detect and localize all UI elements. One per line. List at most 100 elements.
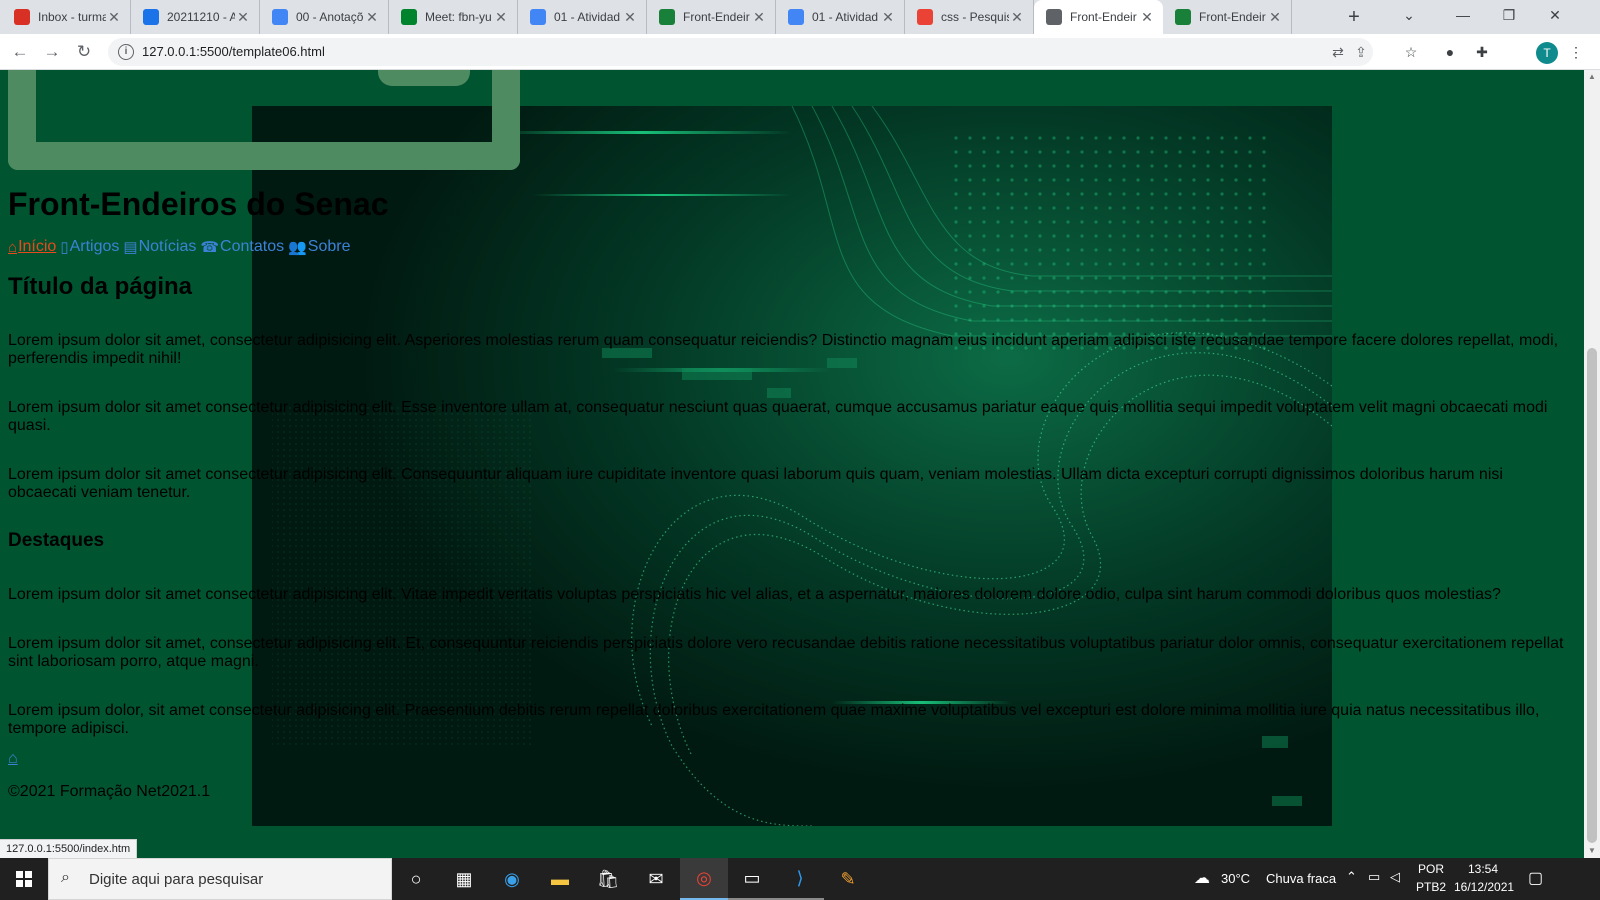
close-tab-icon[interactable]: ✕ (1009, 9, 1025, 26)
close-tab-icon[interactable]: ✕ (751, 9, 767, 26)
paint-icon[interactable]: ✎ (824, 858, 872, 900)
weather-description[interactable]: Chuva fraca (1266, 871, 1336, 886)
site-logo-image (8, 70, 520, 170)
network-icon[interactable]: ▭ (1368, 869, 1380, 885)
share-icon[interactable]: ⇪ (1351, 42, 1371, 62)
chrome-icon[interactable]: ◎ (680, 858, 728, 900)
browser-tab[interactable]: Front-Endeir ✕ (647, 0, 776, 34)
browser-menu-icon[interactable]: ⋮ (1566, 42, 1586, 62)
browser-tab[interactable]: Front-Endeir ✕ (1163, 0, 1292, 34)
close-tab-icon[interactable]: ✕ (493, 9, 509, 26)
page-scrollbar[interactable]: ▲ ▼ (1584, 70, 1600, 858)
store-icon[interactable]: 🛍 (584, 858, 632, 900)
nav-label-artigos: Artigos (69, 238, 120, 255)
browser-tab[interactable]: Meet: fbn-yu ✕ (389, 0, 518, 34)
language-code[interactable]: POR (1418, 862, 1444, 876)
close-tab-icon[interactable]: ✕ (1139, 9, 1155, 26)
scroll-up-icon[interactable]: ▲ (1588, 72, 1596, 81)
keyboard-layout[interactable]: PTB2 (1416, 880, 1446, 894)
newspaper-icon: ▤ (123, 239, 138, 256)
taskbar-search-placeholder: Digite aqui para pesquisar (89, 871, 264, 888)
file-explorer-icon[interactable]: ▬ (536, 858, 584, 900)
browser-tab[interactable]: 01 - Atividad ✕ (518, 0, 647, 34)
extension-video-icon[interactable]: ● (1440, 42, 1460, 62)
site-info-icon[interactable]: i (118, 44, 134, 60)
start-button[interactable] (0, 858, 48, 900)
weather-temperature[interactable]: 30°C (1221, 871, 1250, 886)
reload-button[interactable]: ↻ (72, 40, 96, 64)
browser-tab[interactable]: 00 - Anotaçõ ✕ (260, 0, 389, 34)
browser-tab[interactable]: css - Pesquis ✕ (905, 0, 1034, 34)
cortana-icon[interactable]: ○ (392, 858, 440, 900)
nav-label-inicio: Início (18, 238, 57, 255)
close-tab-icon[interactable]: ✕ (622, 9, 638, 26)
browser-tab-title: Front-Endeir (683, 10, 750, 24)
edge-icon[interactable]: ◉ (488, 858, 536, 900)
new-tab-button[interactable]: + (1342, 5, 1366, 29)
page-title: Título da página (8, 273, 192, 300)
weather-cloud-icon[interactable]: ☁ (1194, 868, 1210, 888)
scrollbar-thumb[interactable] (1587, 348, 1597, 843)
close-tab-icon[interactable]: ✕ (1267, 9, 1283, 26)
nav-item-noticias[interactable]: ▤ Notícias (123, 238, 196, 256)
mail-icon[interactable]: ✉ (632, 858, 680, 900)
bookmark-star-icon[interactable]: ☆ (1401, 42, 1421, 62)
address-url: 127.0.0.1:5500/template06.html (142, 44, 325, 59)
browser-tab-title: Inbox - turma (38, 10, 106, 24)
volume-icon[interactable]: ◁ (1390, 869, 1400, 885)
phone-icon: ☎ (200, 239, 220, 256)
scroll-down-icon[interactable]: ▼ (1588, 846, 1596, 855)
address-bar[interactable]: i 127.0.0.1:5500/template06.html ⇄ ⇪ (108, 38, 1373, 66)
profile-avatar[interactable]: T (1536, 42, 1558, 64)
docs-icon (530, 9, 546, 25)
main-nav: ⌂ Início ▯ Artigos ▤ Notícias ☎ Contatos 👥 So… (8, 238, 350, 256)
clock-time[interactable]: 13:54 (1468, 862, 1498, 876)
task-view-icon[interactable]: ▦ (440, 858, 488, 900)
link-status-bar: 127.0.0.1:5500/index.htm (0, 839, 138, 858)
section-title-destaques: Destaques (8, 530, 105, 551)
browser-toolbar: ← → ↻ i 127.0.0.1:5500/template06.html ⇄… (0, 34, 1600, 70)
page-viewport: Front-Endeiros do Senac ⌂ Início ▯ Artigos… (0, 70, 1584, 858)
browser-tab-title: Front-Endeir (1070, 10, 1137, 24)
extensions-puzzle-icon[interactable]: ✚ (1472, 42, 1492, 62)
minimize-button[interactable]: — (1440, 0, 1486, 34)
highlight-paragraph: Lorem ipsum dolor sit amet consectetur a… (8, 586, 1501, 603)
nav-item-sobre[interactable]: 👥 Sobre (288, 238, 350, 256)
taskbar-search-box[interactable]: ⌕ Digite aqui para pesquisar (48, 858, 392, 900)
close-window-button[interactable]: ✕ (1532, 0, 1578, 34)
chevron-up-icon[interactable]: ⌃ (1346, 869, 1357, 885)
translate-icon[interactable]: ⇄ (1328, 42, 1348, 62)
copyright: ©2021 Formação Net2021.1 (8, 783, 211, 800)
close-tab-icon[interactable]: ✕ (880, 9, 896, 26)
close-tab-icon[interactable]: ✕ (364, 9, 380, 26)
docs-icon (788, 9, 804, 25)
nav-item-inicio[interactable]: ⌂ Início (8, 238, 56, 256)
close-tab-icon[interactable]: ✕ (106, 9, 122, 26)
browser-tab[interactable]: Front-Endeir ✕ (1034, 0, 1163, 34)
nav-item-artigos[interactable]: ▯ Artigos (60, 238, 119, 256)
highlight-paragraph: Lorem ipsum dolor sit amet, consectetur … (8, 635, 1564, 670)
docs-icon (272, 9, 288, 25)
browser-tab[interactable]: 20211210 - A ✕ (131, 0, 260, 34)
close-tab-icon[interactable]: ✕ (235, 9, 251, 26)
footer-home-icon[interactable]: ⌂ (8, 750, 18, 768)
paragraph: Lorem ipsum dolor sit amet consectetur a… (8, 399, 1548, 434)
browser-tab-title: css - Pesquis (941, 10, 1009, 24)
browser-tab-strip: Inbox - turma ✕ 20211210 - A ✕ 00 - Anotaçõ ✕… (0, 0, 1600, 34)
sheet-icon (659, 9, 675, 25)
gmail-icon (14, 9, 30, 25)
forward-button[interactable]: → (40, 40, 64, 64)
browser-tab[interactable]: 01 - Atividad ✕ (776, 0, 905, 34)
vscode-icon[interactable]: ⟩ (776, 858, 824, 900)
clock-date[interactable]: 16/12/2021 (1454, 880, 1514, 894)
nav-item-contatos[interactable]: ☎ Contatos (200, 238, 284, 256)
back-button[interactable]: ← (8, 40, 32, 64)
restore-button[interactable]: ❐ (1486, 0, 1532, 34)
terminal-icon[interactable]: ▭ (728, 858, 776, 900)
notifications-icon[interactable]: ▢ (1528, 868, 1543, 888)
windows-taskbar: ⌕ Digite aqui para pesquisar ○ ▦ ◉ ▬ 🛍 ✉… (0, 858, 1600, 900)
meet-icon (401, 9, 417, 25)
browser-tab-title: 01 - Atividad (554, 10, 621, 24)
browser-tab[interactable]: Inbox - turma ✕ (2, 0, 131, 34)
tab-search-icon[interactable]: ⌄ (1386, 0, 1432, 34)
